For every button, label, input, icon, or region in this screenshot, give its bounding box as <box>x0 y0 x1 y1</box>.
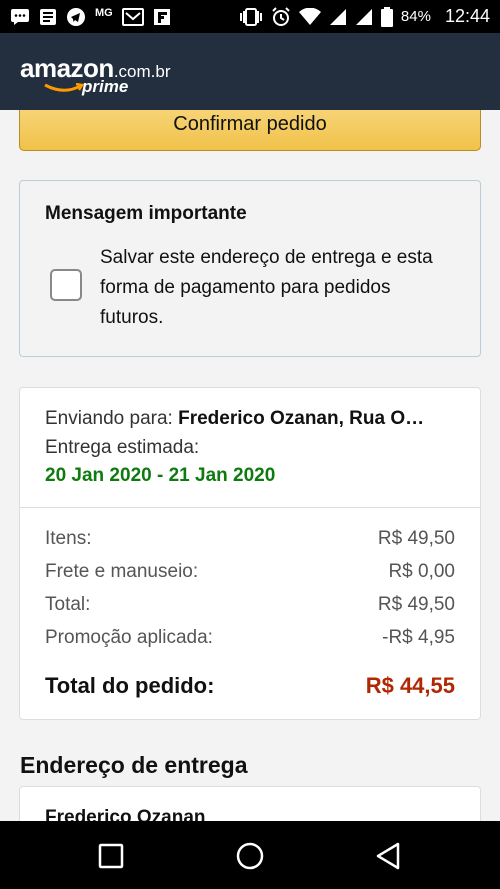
signal-icon <box>329 8 347 26</box>
order-summary-card: Enviando para: Frederico Ozanan, Rua O… … <box>19 387 481 720</box>
summary-row-promotion: Promoção aplicada: -R$ 4,95 <box>45 627 455 649</box>
summary-row-total: Total: R$ 49,50 <box>45 594 455 616</box>
checkout-content[interactable]: Confirmar pedido Mensagem importante Sal… <box>0 110 500 821</box>
row-label: Promoção aplicada: <box>45 627 213 648</box>
summary-row-shipping: Frete e manuseio: R$ 0,00 <box>45 561 455 583</box>
row-value: R$ 49,50 <box>377 594 455 615</box>
vibrate-icon <box>239 7 263 26</box>
estimated-delivery-dates: 20 Jan 2020 - 21 Jan 2020 <box>45 465 276 486</box>
confirm-order-button[interactable]: Confirmar pedido <box>19 110 481 151</box>
order-total-value: R$ 44,55 <box>365 673 455 698</box>
row-label: Frete e manuseio: <box>45 561 199 582</box>
navigation-bar <box>0 821 500 889</box>
address-name: Frederico Ozanan <box>45 807 206 821</box>
back-icon[interactable] <box>374 841 402 871</box>
alarm-icon <box>271 6 291 27</box>
shipping-label: Enviando para: <box>45 408 173 429</box>
delivery-address-card[interactable]: Frederico Ozanan <box>19 786 481 821</box>
delivery-address-title: Endereço de entrega <box>20 752 248 778</box>
battery-icon <box>380 6 393 27</box>
smile-icon <box>44 83 84 92</box>
row-label: Total: <box>45 594 91 615</box>
row-value: R$ 49,50 <box>377 528 455 549</box>
order-total-row: Total do pedido: R$ 44,55 <box>45 673 455 699</box>
news-icon <box>39 8 57 26</box>
signal-icon <box>355 8 373 26</box>
network-label: MG <box>95 6 113 19</box>
battery-percent: 84% <box>400 8 431 25</box>
row-label: Itens: <box>45 528 92 549</box>
app-header: amazon.com.br prime <box>0 33 500 110</box>
prime-label: prime <box>82 77 129 96</box>
save-address-label[interactable]: Salvar este endereço de entrega e esta f… <box>100 243 440 333</box>
wifi-icon <box>298 7 321 26</box>
recents-icon[interactable] <box>98 843 124 869</box>
row-value: R$ 0,00 <box>388 561 455 582</box>
order-total-label: Total do pedido: <box>45 673 215 698</box>
amazon-logo[interactable]: amazon.com.br prime <box>20 53 171 96</box>
shipping-recipient[interactable]: Frederico Ozanan, Rua O… <box>178 408 424 429</box>
shipping-to: Enviando para: Frederico Ozanan, Rua O… <box>45 408 460 430</box>
save-address-checkbox[interactable] <box>50 269 82 301</box>
chat-icon <box>10 8 30 26</box>
estimated-delivery-label: Entrega estimada: <box>45 437 200 458</box>
message-title: Mensagem importante <box>45 203 247 224</box>
home-icon[interactable] <box>235 841 265 871</box>
mail-icon <box>121 7 144 26</box>
status-bar: MG 84% 12:44 <box>0 0 500 33</box>
telegram-icon <box>66 7 86 27</box>
clock: 12:44 <box>444 6 490 26</box>
divider <box>20 507 480 508</box>
flipboard-icon <box>153 8 171 26</box>
summary-row-items: Itens: R$ 49,50 <box>45 528 455 550</box>
row-value: -R$ 4,95 <box>382 627 455 648</box>
important-message-box: Mensagem importante Salvar este endereço… <box>19 180 481 357</box>
